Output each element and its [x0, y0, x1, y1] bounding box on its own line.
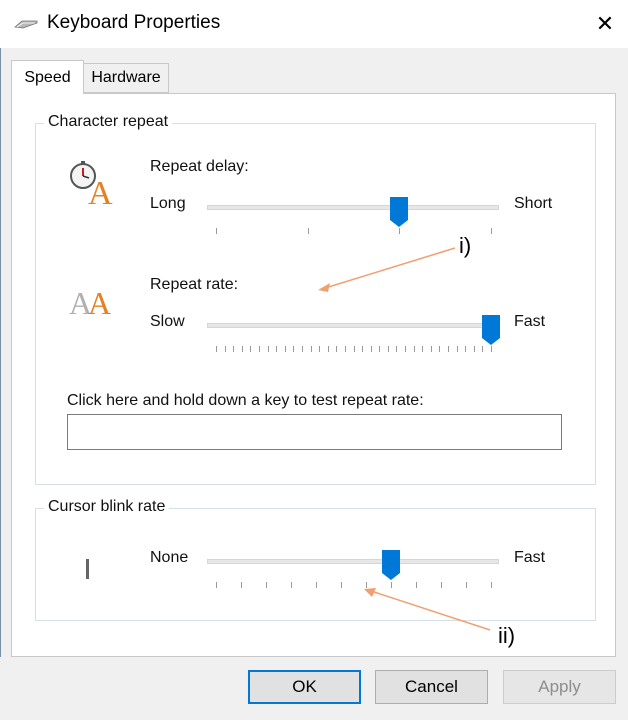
slider-tick	[266, 582, 267, 588]
repeat-delay-label: Repeat delay:	[150, 158, 249, 175]
cursor-blink-ticks	[216, 582, 492, 590]
cursor-blink-slider[interactable]	[381, 549, 401, 581]
slider-tick	[328, 346, 329, 352]
slider-tick	[491, 346, 492, 352]
repeat-delay-min-label: Long	[150, 195, 186, 212]
ok-button[interactable]: OK	[248, 670, 361, 704]
slider-tick	[439, 346, 440, 352]
slider-tick	[250, 346, 251, 352]
tab-hardware[interactable]: Hardware	[84, 63, 169, 93]
slider-tick	[482, 346, 483, 352]
window-edge	[0, 0, 1, 720]
slider-tick	[388, 346, 389, 352]
slider-tick	[293, 346, 294, 352]
slider-tick	[399, 228, 400, 234]
slider-tick	[308, 228, 309, 234]
slider-tick	[448, 346, 449, 352]
slider-tick	[336, 346, 337, 352]
keyboard-icon	[14, 20, 38, 29]
slider-tick	[366, 582, 367, 588]
repeat-rate-min-label: Slow	[150, 313, 185, 330]
slider-tick	[316, 582, 317, 588]
slider-tick	[379, 346, 380, 352]
stopwatch-letter-a-icon: A	[70, 161, 113, 208]
slider-tick	[474, 346, 475, 352]
repeat-delay-max-label: Short	[514, 195, 553, 212]
cursor-blink-track	[207, 559, 499, 564]
close-icon: ✕	[595, 11, 615, 36]
slider-tick	[216, 346, 217, 352]
slider-tick	[341, 582, 342, 588]
slider-tick	[362, 346, 363, 352]
annotation-label-i: i)	[459, 233, 472, 258]
test-repeat-label: Click here and hold down a key to test r…	[67, 392, 424, 409]
window-title: Keyboard Properties	[47, 12, 221, 33]
slider-tick	[414, 346, 415, 352]
cancel-button[interactable]: Cancel	[375, 670, 488, 704]
repeat-delay-track	[207, 205, 499, 210]
cursor-blink-legend: Cursor blink rate	[44, 498, 170, 516]
slider-tick	[371, 346, 372, 352]
slider-tick	[431, 346, 432, 352]
character-repeat-legend: Character repeat	[44, 113, 173, 131]
slider-tick	[457, 346, 458, 352]
annotation-label-ii: ii)	[498, 623, 516, 648]
slider-tick	[396, 346, 397, 352]
title-bar: Keyboard Properties ✕	[0, 0, 628, 48]
slider-tick	[391, 582, 392, 588]
slider-tick	[311, 346, 312, 352]
slider-tick	[345, 346, 346, 352]
cursor-blink-group: Cursor blink rate	[35, 498, 596, 621]
slider-tick	[268, 346, 269, 352]
close-button[interactable]: ✕	[582, 0, 628, 48]
test-repeat-input[interactable]	[67, 414, 562, 450]
slider-tick	[291, 582, 292, 588]
slider-tick	[241, 582, 242, 588]
slider-tick	[276, 346, 277, 352]
cursor-blink-max-label: Fast	[514, 549, 546, 566]
cursor-blink-min-label: None	[150, 549, 189, 566]
slider-tick	[491, 228, 492, 234]
svg-text:A: A	[88, 285, 111, 318]
slider-tick	[466, 582, 467, 588]
slider-tick	[441, 582, 442, 588]
slider-tick	[405, 346, 406, 352]
repeat-rate-track	[207, 323, 499, 328]
slider-tick	[242, 346, 243, 352]
slider-tick	[465, 346, 466, 352]
slider-tick	[416, 582, 417, 588]
repeat-delay-slider[interactable]	[389, 196, 409, 228]
repeat-delay-ticks	[216, 228, 492, 236]
slider-tick	[354, 346, 355, 352]
slider-tick	[285, 346, 286, 352]
slider-tick	[491, 582, 492, 588]
repeat-rate-slider[interactable]	[481, 314, 501, 346]
slider-tick	[422, 346, 423, 352]
slider-tick	[259, 346, 260, 352]
text-cursor-icon	[86, 559, 89, 579]
slider-tick	[302, 346, 303, 352]
slider-tick	[225, 346, 226, 352]
slider-tick	[233, 346, 234, 352]
slider-tick	[319, 346, 320, 352]
double-letter-a-icon: A A	[69, 285, 111, 318]
tab-speed[interactable]: Speed	[11, 60, 84, 94]
repeat-rate-max-label: Fast	[514, 313, 546, 330]
svg-text:A: A	[88, 175, 113, 208]
apply-button[interactable]: Apply	[503, 670, 616, 704]
slider-tick	[216, 228, 217, 234]
repeat-rate-label: Repeat rate:	[150, 276, 239, 293]
repeat-rate-ticks	[216, 346, 492, 354]
slider-tick	[216, 582, 217, 588]
